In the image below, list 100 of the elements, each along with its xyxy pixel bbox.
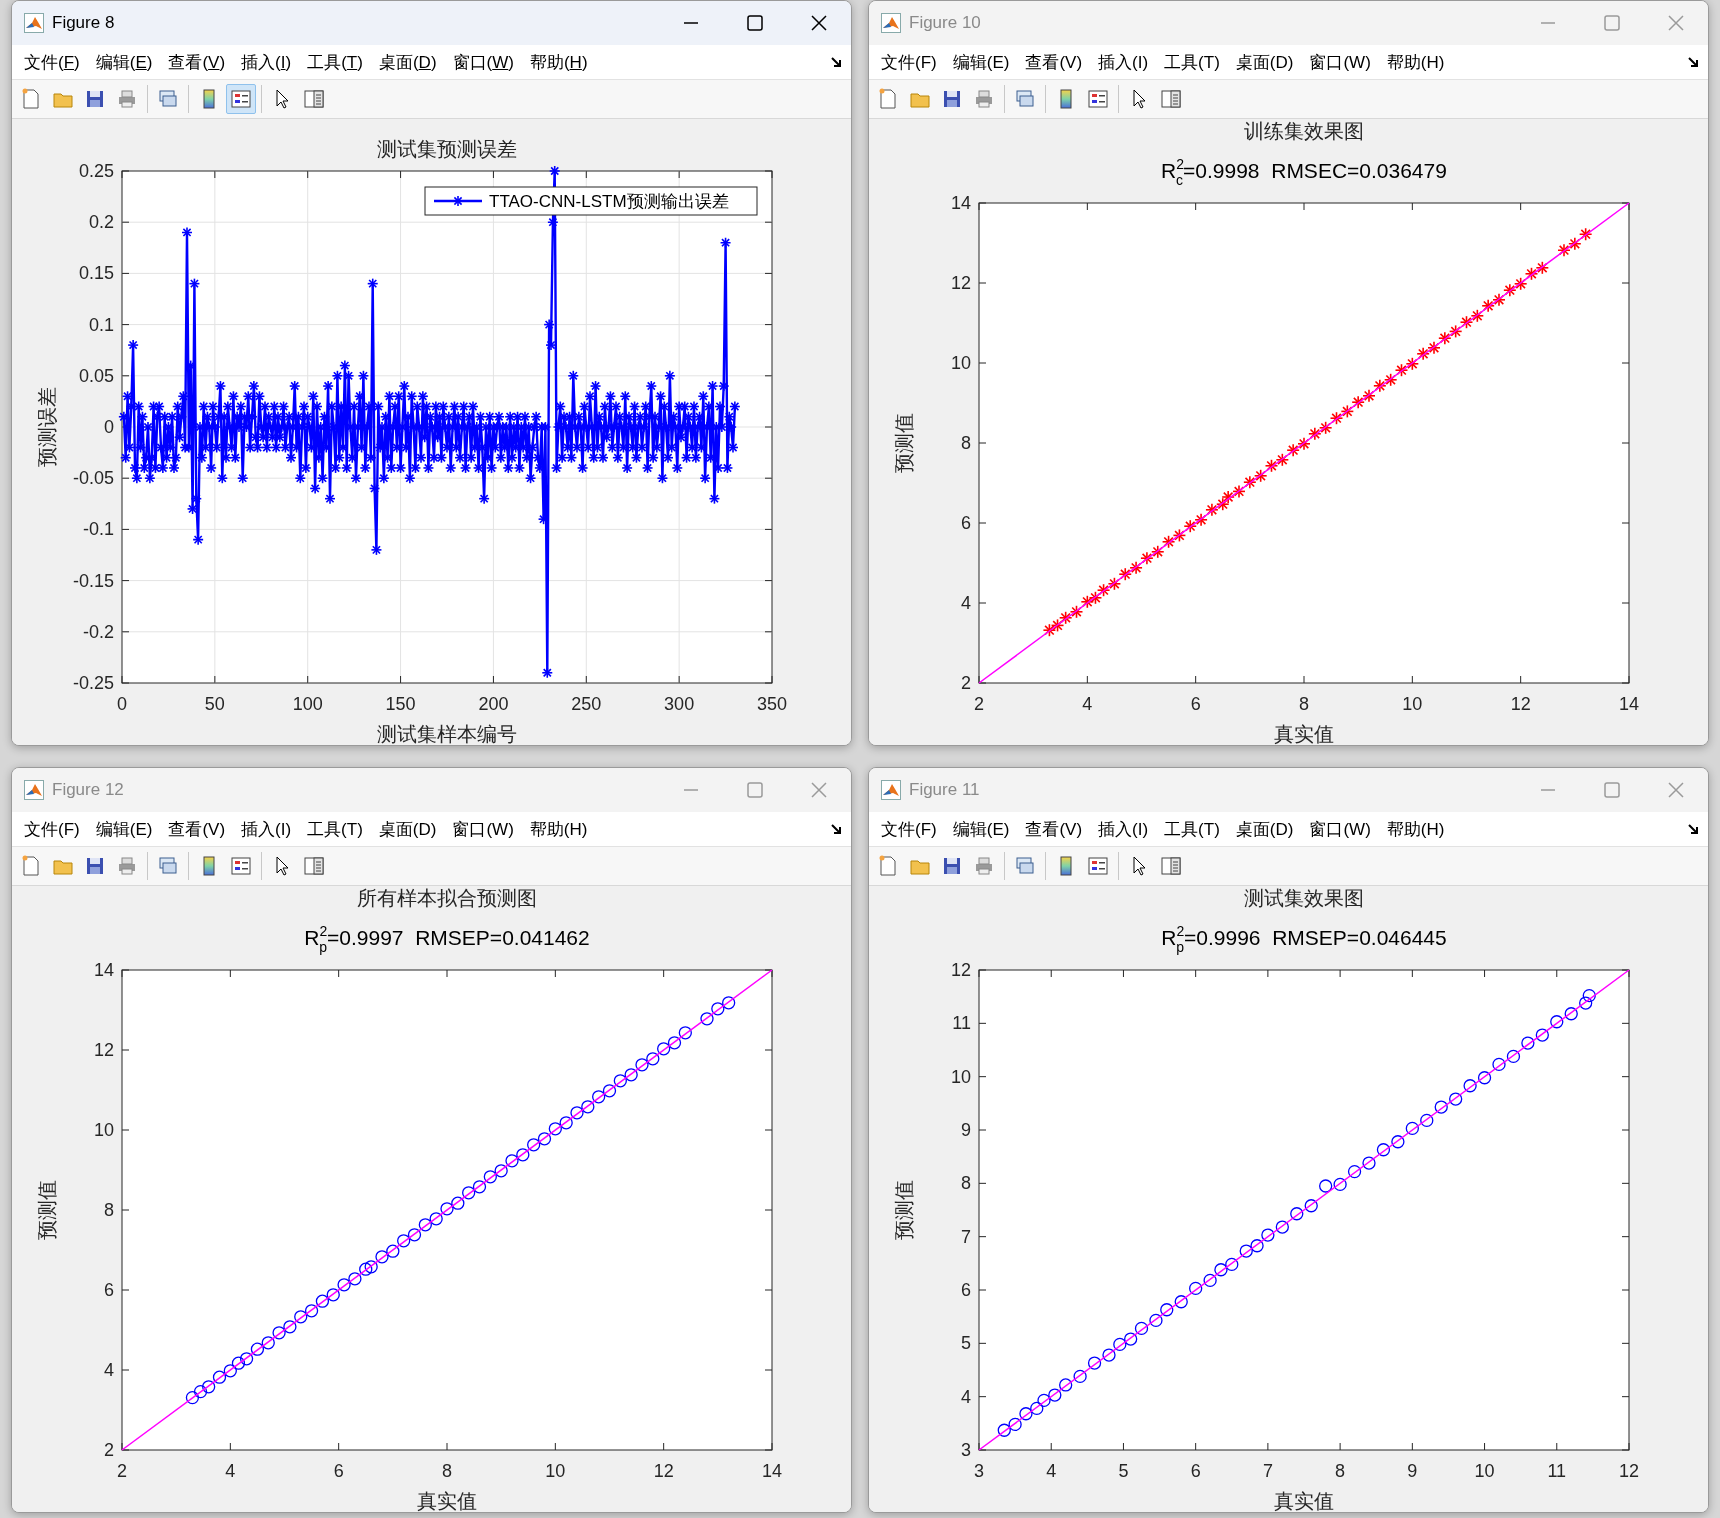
tick-label: 12 (950, 962, 971, 980)
y-axis-label: 预测值 (892, 413, 916, 473)
menu-item[interactable]: 窗口(W) (1301, 817, 1379, 841)
menu-item[interactable]: 文件(F) (873, 50, 945, 74)
menu-item[interactable]: 文件(F) (16, 50, 88, 74)
tick-label: -0.15 (72, 570, 114, 591)
menu-item[interactable]: 查看(V) (160, 817, 234, 841)
tick-label: 4 (225, 1461, 236, 1481)
menu-item[interactable]: 帮助(H) (1378, 50, 1453, 74)
x-axis-label: 真实值 (417, 1489, 477, 1512)
tick-label: 12 (1619, 1461, 1639, 1481)
tick-label: 8 (442, 1461, 452, 1481)
tick-label: 8 (961, 1173, 971, 1194)
menu-item[interactable]: 桌面(D) (1227, 817, 1302, 841)
tick-label: -0.2 (82, 621, 114, 642)
tick-label: 10 (1402, 694, 1423, 714)
tick-label: 0 (117, 694, 127, 714)
x-axis-label: 真实值 (1274, 722, 1334, 745)
tick-label: 11 (952, 1013, 971, 1034)
tick-label: 14 (762, 1461, 782, 1481)
menu-item[interactable]: 查看(V) (1017, 50, 1091, 74)
tick-label: 4 (961, 593, 971, 613)
menu-item[interactable]: 工具(T) (299, 817, 371, 841)
tick-label: 8 (1299, 694, 1309, 714)
tick-label: 10 (950, 353, 971, 373)
tick-label: 0.25 (78, 163, 114, 181)
window-title: Figure 12 (52, 780, 124, 800)
plot-subtitle: R$^{2}$$_{p}$=0.9997 RMSEP=0.041462 (304, 922, 590, 957)
x-axis-label: 测试集样本编号 (377, 722, 517, 745)
tick-label: 0.15 (78, 263, 114, 284)
window-title: Figure 11 (909, 780, 980, 800)
menu-item[interactable]: 插入(I) (233, 817, 300, 841)
menu-item[interactable]: 帮助(H) (521, 817, 596, 841)
menu-item[interactable]: 工具(T) (1156, 50, 1228, 74)
tick-label: 50 (204, 694, 225, 714)
menu-item[interactable]: 查看(V) (160, 50, 234, 74)
tick-label: 6 (961, 513, 971, 533)
tick-label: 11 (1547, 1461, 1567, 1481)
menu-item[interactable]: 文件(F) (16, 817, 88, 841)
tick-label: 6 (961, 1280, 971, 1300)
legend-label: TTAO-CNN-LSTM预测输出误差 (489, 192, 729, 211)
tick-label: 0.05 (78, 365, 114, 386)
menu-item[interactable]: 工具(T) (1156, 817, 1228, 841)
plot-title: 测试集效果图 (1244, 885, 1364, 912)
menu-item[interactable]: 桌面(D) (1227, 50, 1302, 74)
tick-label: 6 (333, 1461, 344, 1481)
y-axis-label: 预测误差 (35, 387, 59, 467)
tick-label: -0.25 (72, 673, 114, 693)
tick-label: 300 (664, 694, 695, 714)
tick-label: 3 (974, 1461, 984, 1481)
tick-label: 0.1 (88, 314, 114, 335)
plot-title: 训练集效果图 (1244, 118, 1364, 145)
tick-label: 12 (653, 1461, 674, 1481)
menu-item[interactable]: 插入(I) (233, 50, 300, 74)
tick-label: 6 (1190, 694, 1201, 714)
y-axis-label: 预测值 (35, 1180, 59, 1240)
tick-label: 6 (1190, 1461, 1201, 1481)
plot-title: 测试集预测误差 (377, 136, 517, 163)
menu-item[interactable]: 文件(F) (873, 817, 945, 841)
plot-subtitle: R$^{2}$$_{c}$=0.9998 RMSEC=0.036479 (1161, 155, 1447, 190)
menu-item[interactable]: 窗口(W) (444, 817, 522, 841)
menu-item[interactable]: 桌面(D) (370, 50, 445, 74)
tick-label: 8 (1335, 1461, 1346, 1481)
menu-item[interactable]: 编辑(E) (944, 817, 1018, 841)
menu-item[interactable]: 编辑(E) (87, 50, 161, 74)
menu-item[interactable]: 帮助(H) (1378, 817, 1453, 841)
menu-item[interactable]: 插入(I) (1090, 817, 1157, 841)
menu-item[interactable]: 桌面(D) (370, 817, 445, 841)
plot-title: 所有样本拟合预测图 (357, 885, 537, 912)
tick-label: 4 (961, 1386, 971, 1407)
menu-item[interactable]: 编辑(E) (87, 817, 161, 841)
menu-item[interactable]: 编辑(E) (944, 50, 1018, 74)
tick-label: 12 (950, 273, 971, 293)
tick-label: 6 (104, 1280, 114, 1300)
tick-label: 7 (1262, 1461, 1273, 1481)
menu-item[interactable]: 工具(T) (299, 50, 371, 74)
x-axis-label: 真实值 (1274, 1489, 1334, 1512)
menu-item[interactable]: 查看(V) (1017, 817, 1091, 841)
plot-subtitle: R$^{2}$$_{p}$=0.9996 RMSEP=0.046445 (1161, 922, 1447, 957)
tick-label: 2 (117, 1461, 127, 1481)
menu-item[interactable]: 帮助(H) (521, 50, 596, 74)
tick-label: 9 (961, 1120, 971, 1140)
tick-label: 2 (961, 673, 971, 693)
tick-label: 3 (961, 1440, 971, 1460)
tick-label: 7 (961, 1226, 971, 1247)
tick-label: 12 (1510, 694, 1531, 714)
menu-item[interactable]: 插入(I) (1090, 50, 1157, 74)
tick-label: 10 (1474, 1461, 1495, 1481)
tick-label: 200 (478, 694, 509, 714)
tick-label: 14 (1619, 694, 1639, 714)
tick-label: 350 (757, 694, 787, 714)
tick-label: 12 (93, 1040, 114, 1060)
menu-item[interactable]: 窗口(W) (1301, 50, 1379, 74)
tick-label: 14 (950, 195, 971, 213)
menu-item[interactable]: 窗口(W) (444, 50, 522, 74)
tick-label: 0 (104, 417, 114, 437)
tick-label: -0.05 (72, 468, 114, 489)
tick-label: 100 (292, 694, 323, 714)
tick-label: 10 (950, 1066, 971, 1087)
y-axis-label: 预测值 (892, 1180, 916, 1240)
